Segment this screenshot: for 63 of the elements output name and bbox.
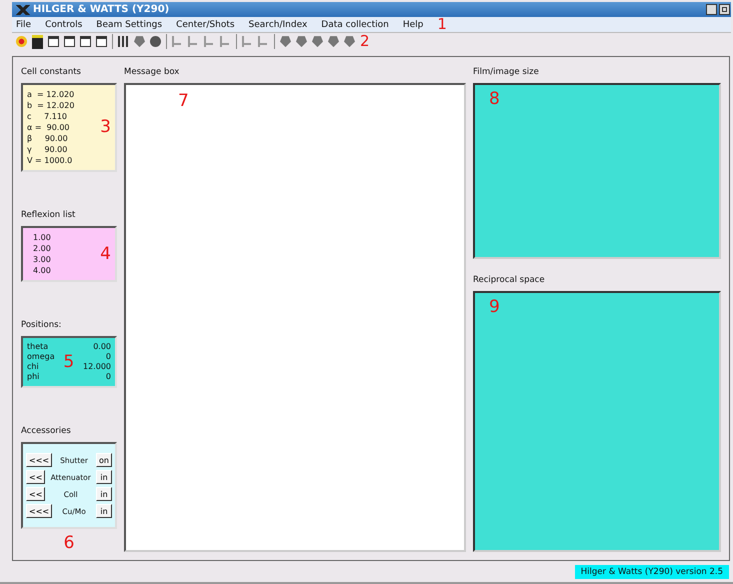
move-button[interactable]: << — [26, 487, 46, 501]
window-title: HILGER & WATTS (Y290) — [33, 4, 170, 16]
window-icon[interactable] — [80, 36, 91, 48]
toggle-button[interactable]: in — [96, 470, 112, 484]
minimize-button[interactable] — [706, 4, 717, 16]
callout-number: 6 — [64, 535, 74, 552]
section-label: Accessories — [21, 426, 72, 436]
axis-name: theta — [27, 342, 50, 352]
toggle-button[interactable]: in — [96, 504, 112, 518]
window-icon[interactable] — [64, 36, 75, 48]
section-label: Film/image size — [473, 67, 540, 77]
cell-constant: V = 1000.0 — [27, 155, 74, 166]
section-label: Cell constants — [21, 67, 82, 77]
cell-constant: c 7.110 — [27, 111, 68, 122]
callout-number: 2 — [360, 34, 370, 50]
menu-item[interactable]: File — [16, 20, 32, 30]
axis-value: 0 — [104, 352, 111, 362]
cell-constant: b = 12.020 — [27, 100, 74, 111]
axis-name: omega — [27, 352, 55, 362]
reflexion-value: 1.00 — [33, 232, 51, 243]
cell-constant: γ 90.00 — [27, 144, 68, 155]
menu-item[interactable]: Controls — [45, 20, 82, 30]
cell-constant: α = 90.00 — [27, 122, 71, 133]
menu-item[interactable]: Search/Index — [248, 20, 308, 30]
cell-constant: β 90.00 — [27, 133, 69, 144]
axis-value: 12.000 — [83, 362, 111, 372]
move-button[interactable]: << — [26, 470, 46, 484]
callout-number: 3 — [100, 119, 111, 136]
callout-number: 1 — [437, 17, 447, 32]
reflexion-value: 2.00 — [33, 243, 51, 254]
logo-icon[interactable] — [16, 36, 27, 48]
callout-number: 9 — [489, 299, 500, 316]
move-button[interactable]: <<< — [26, 453, 52, 467]
menu-item[interactable]: Beam Settings — [96, 20, 162, 30]
cell-constant: a = 12.020 — [27, 89, 74, 100]
callout-number: 4 — [100, 246, 111, 262]
axis-name: chi — [27, 362, 40, 372]
section-label: Reflexion list — [21, 210, 76, 220]
move-button[interactable]: <<< — [26, 504, 52, 518]
callout-number: 5 — [63, 354, 74, 370]
menu-item[interactable]: Center/Shots — [176, 20, 235, 30]
folder-icon[interactable] — [32, 34, 43, 49]
window-icon[interactable] — [48, 36, 59, 48]
axis-value: 0.00 — [92, 342, 111, 352]
status-bar: Hilger & Watts (Y290) version 2.5 — [574, 565, 729, 579]
section-label: Message box — [124, 67, 180, 77]
reflexion-value: 4.00 — [33, 265, 51, 276]
axis-value: 0 — [104, 372, 111, 382]
menu-item[interactable]: Help — [402, 20, 424, 30]
toggle-button[interactable]: in — [96, 487, 112, 501]
menu-item[interactable]: Data collection — [321, 20, 389, 30]
callout-number: 8 — [489, 91, 500, 108]
grid-icon[interactable] — [118, 36, 129, 48]
axis-name: phi — [27, 372, 40, 382]
circle-icon[interactable] — [150, 36, 161, 48]
callout-number: 7 — [178, 93, 189, 110]
x-logo-icon — [16, 4, 30, 15]
window-icon[interactable] — [96, 36, 107, 48]
section-label: Positions: — [21, 320, 62, 330]
maximize-button[interactable] — [719, 4, 730, 16]
section-label: Reciprocal space — [473, 275, 546, 285]
reflexion-value: 3.00 — [33, 254, 51, 265]
toggle-button[interactable]: on — [96, 453, 112, 467]
